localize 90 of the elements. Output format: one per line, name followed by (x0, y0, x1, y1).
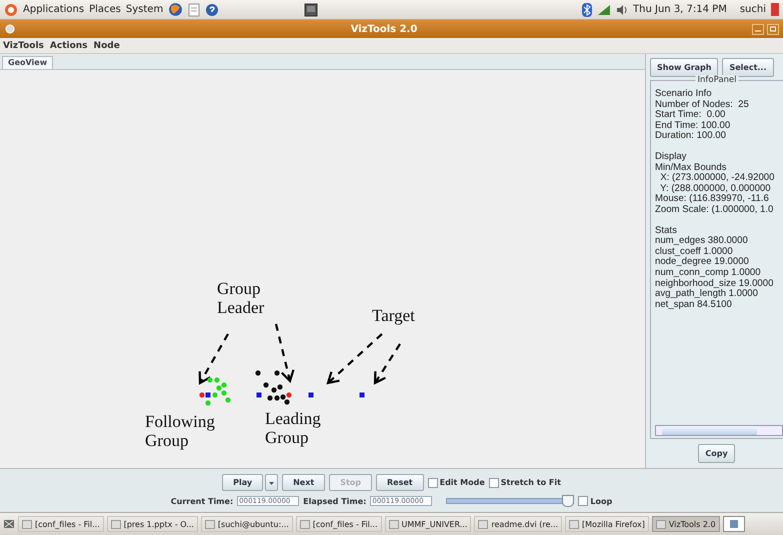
taskbar-button[interactable]: readme.dvi (re... (474, 516, 562, 532)
annotation-label: Following Group (145, 412, 216, 450)
info-line: neighborhood_size 19.0000 (655, 278, 774, 289)
maximize-icon[interactable] (767, 24, 779, 34)
control-button[interactable]: Reset (376, 474, 424, 491)
taskbar-button[interactable]: UMMF_UNIVER... (384, 516, 472, 532)
horizontal-scrollbar[interactable] (655, 425, 783, 436)
window-icon (300, 519, 310, 529)
checkbox-label: Loop (590, 496, 612, 506)
window-icon (388, 519, 398, 529)
help-icon[interactable] (205, 2, 220, 16)
side-button[interactable]: Select... (722, 58, 774, 77)
taskbar-button[interactable]: [pres 1.pptx - O... (106, 516, 198, 532)
dropdown-button[interactable] (265, 474, 278, 491)
panel-menu[interactable]: System (126, 4, 164, 15)
menu-item[interactable]: VizTools (3, 40, 44, 50)
annotation-label: Target (372, 306, 415, 325)
field-label: Current Time: (170, 496, 234, 506)
globe-icon[interactable] (168, 2, 184, 17)
checkbox[interactable] (428, 478, 438, 488)
window-icon (204, 519, 215, 529)
taskbar-button[interactable]: [conf_files - Fil... (296, 516, 382, 532)
checkbox[interactable] (488, 478, 499, 488)
workspace-icon[interactable] (722, 516, 745, 532)
info-line: Y: (288.000000, 0.000000 (659, 184, 772, 194)
taskbar-button[interactable]: [suchi@ubuntu:... (200, 516, 293, 532)
taskbar-label: [Mozilla Firefox] (582, 520, 645, 528)
info-line: Zoom Scale: (1.000000, 1.0 (655, 204, 774, 216)
annotation-label: Group Leader (217, 279, 266, 317)
info-line: Duration: 100.00 (655, 131, 727, 142)
window-icon (569, 519, 580, 529)
window-icon (656, 519, 666, 529)
info-line: Stats (655, 226, 678, 236)
taskbar-label: [pres 1.pptx - O... (124, 520, 194, 528)
info-line: Min/Max Bounds (655, 162, 728, 173)
copy-button[interactable]: Copy (698, 444, 735, 463)
info-line: avg_path_length 1.0000 (655, 289, 759, 300)
info-line: Mouse: (116.839970, -11.6 (655, 194, 770, 205)
info-line: num_conn_comp 1.0000 (655, 268, 762, 278)
speaker-icon[interactable] (616, 4, 628, 16)
show-desktop-icon[interactable] (3, 518, 15, 530)
panel-menu[interactable]: Places (89, 4, 121, 15)
info-line: Scenario Info (655, 89, 713, 100)
menu-item[interactable]: Node (94, 40, 120, 50)
info-line: node_degree 19.0000 (655, 257, 750, 268)
monitor-icon[interactable] (304, 2, 318, 16)
panel-title: InfoPanel (695, 75, 739, 85)
window-icon (478, 519, 488, 529)
info-line: Start Time: 0.00 (655, 110, 726, 121)
control-button[interactable]: Play (222, 474, 264, 491)
info-line: net_span 84.5100 (655, 300, 733, 310)
window-title: VizTools 2.0 (350, 24, 418, 34)
caret-icon (269, 482, 274, 485)
window-icon (110, 519, 121, 529)
taskbar-button[interactable]: [conf_files - Fil... (18, 516, 104, 532)
view-tab[interactable]: GeoView (2, 56, 54, 69)
taskbar-label: [suchi@ubuntu:... (218, 520, 289, 528)
bluetooth-icon[interactable] (582, 2, 592, 16)
minimize-icon[interactable] (752, 24, 764, 34)
taskbar-label: [conf_files - Fil... (312, 520, 378, 528)
taskbar-label: readme.dvi (re... (491, 520, 558, 528)
field-label: Elapsed Time: (303, 496, 366, 506)
taskbar-label: VizTools 2.0 (668, 520, 716, 528)
info-line: End Time: 100.00 (655, 120, 732, 131)
taskbar-button[interactable]: VizTools 2.0 (652, 516, 720, 532)
panel-menu[interactable]: Applications (23, 4, 84, 15)
menu-item[interactable]: Actions (50, 40, 88, 50)
signal-icon[interactable] (597, 4, 612, 16)
clock-text[interactable]: Thu Jun 3, 7:14 PM (633, 4, 727, 15)
info-line: num_edges 380.0000 (655, 236, 749, 247)
window-menu-icon[interactable] (4, 23, 16, 35)
info-line: Number of Nodes: 25 (655, 100, 750, 110)
dashed-arrow (274, 324, 294, 384)
checkbox-label: Edit Mode (440, 478, 485, 487)
dashed-arrow (198, 333, 229, 385)
side-button[interactable]: Show Graph (650, 58, 718, 77)
annotation-label: Leading Group (265, 409, 322, 447)
taskbar-button[interactable]: [Mozilla Firefox] (565, 516, 649, 532)
taskbar-label: UMMF_UNIVER... (402, 520, 468, 528)
window-icon (22, 519, 32, 529)
control-button[interactable]: Next (282, 474, 326, 491)
taskbar-label: [conf_files - Fil... (35, 520, 100, 528)
time-slider[interactable] (446, 495, 574, 507)
info-line: Display (655, 152, 688, 163)
info-line: clust_coeff 1.0000 (655, 246, 734, 257)
checkbox[interactable] (578, 496, 588, 506)
user-name[interactable]: suchi (740, 4, 766, 15)
checkbox-label: Stretch to Fit (500, 478, 561, 487)
info-line: X: (273.000000, -24.92000 (659, 173, 776, 184)
document-icon[interactable] (188, 2, 200, 16)
